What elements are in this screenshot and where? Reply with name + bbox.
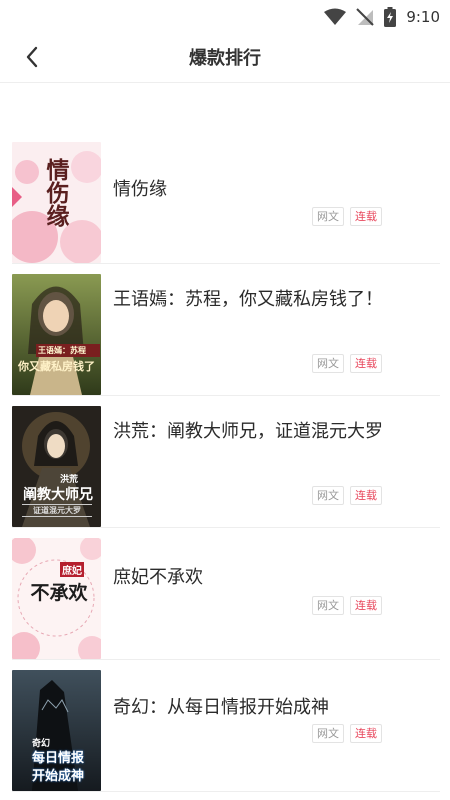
book-title: 洪荒：阐教大师兄，证道混元大罗 [113, 421, 383, 442]
divider [12, 791, 440, 792]
book-title: 情伤缘 [113, 179, 167, 200]
page-title: 爆款排行 [189, 48, 261, 69]
book-item[interactable]: 庶妃 不承欢 庶妃不承欢 网文 连载 [0, 528, 450, 660]
tag-category: 网文 [312, 354, 344, 373]
book-title: 庶妃不承欢 [113, 567, 203, 588]
tag-status: 连载 [350, 207, 382, 226]
book-item[interactable]: 洪荒 阐教大师兄 证道混元大罗 洪荒：阐教大师兄，证道混元大罗 网文 连载 [0, 396, 450, 528]
cover-subtitle: 开始成神 [31, 769, 84, 784]
cover-title: 阐教大师兄 [23, 487, 93, 503]
cover-subtitle: 证道混元大罗 [22, 504, 92, 517]
wifi-icon [324, 8, 347, 25]
app-bar: 爆款排行 [0, 34, 450, 83]
book-cover[interactable]: 庶妃 不承欢 [12, 538, 101, 659]
book-cover[interactable]: 洪荒 阐教大师兄 证道混元大罗 [12, 406, 101, 527]
status-bar: 9:10 [0, 0, 450, 34]
book-cover[interactable]: 情伤缘 [12, 142, 101, 263]
status-time: 9:10 [406, 8, 440, 26]
cover-subtitle: 你又藏私房钱了 [18, 360, 95, 373]
tag-category: 网文 [312, 596, 344, 615]
cover-title: 每日情报 [31, 751, 84, 766]
tag-status: 连载 [350, 486, 382, 505]
book-list: 情伤缘 情伤缘 网文 连载 王语嫣：苏程 你又藏私房钱了 王语嫣：苏程，你又藏私… [0, 132, 450, 792]
book-item[interactable]: 奇幻 每日情报 开始成神 奇幻：从每日情报开始成神 网文 连载 [0, 660, 450, 792]
tag-status: 连载 [350, 596, 382, 615]
cover-tag: 庶妃 [60, 562, 84, 577]
book-title: 奇幻：从每日情报开始成神 [113, 697, 329, 718]
book-item[interactable]: 王语嫣：苏程 你又藏私房钱了 王语嫣：苏程，你又藏私房钱了！ 网文 连载 [0, 264, 450, 396]
battery-charging-icon [384, 7, 397, 27]
book-title: 王语嫣：苏程，你又藏私房钱了！ [113, 289, 383, 310]
book-cover[interactable]: 王语嫣：苏程 你又藏私房钱了 [12, 274, 101, 395]
tag-category: 网文 [312, 724, 344, 743]
book-cover[interactable]: 奇幻 每日情报 开始成神 [12, 670, 101, 791]
tag-status: 连载 [350, 354, 382, 373]
no-signal-icon [356, 8, 375, 26]
cover-title: 不承欢 [30, 582, 88, 604]
tag-status: 连载 [350, 724, 382, 743]
cover-title: 情伤缘 [42, 158, 69, 227]
tag-category: 网文 [312, 486, 344, 505]
tag-category: 网文 [312, 207, 344, 226]
book-item[interactable]: 情伤缘 情伤缘 网文 连载 [0, 132, 450, 264]
cover-title: 王语嫣：苏程 [36, 344, 100, 357]
